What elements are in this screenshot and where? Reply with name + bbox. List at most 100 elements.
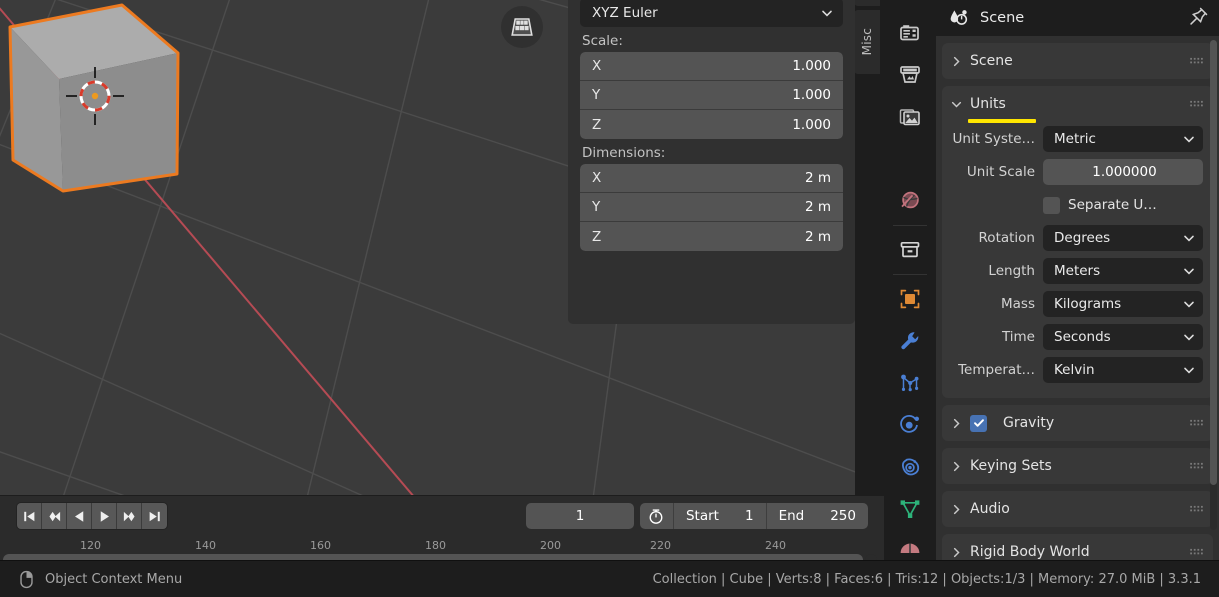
scale-y-field[interactable]: Y 1.000 <box>580 81 843 110</box>
rotation-units-dropdown[interactable]: Degrees <box>1043 225 1203 251</box>
properties-tab-world[interactable] <box>884 180 936 222</box>
previous-keyframe-icon <box>48 511 60 521</box>
panel-gravity[interactable]: Gravity <box>942 405 1213 441</box>
mass-units-dropdown[interactable]: Kilograms <box>1043 291 1203 317</box>
ruler-tick: 220 <box>650 539 671 552</box>
panel-scene-header[interactable]: Scene <box>942 43 1213 79</box>
scale-x-field[interactable]: X 1.000 <box>580 52 843 81</box>
panel-keying-sets-label: Keying Sets <box>970 458 1052 474</box>
drag-grip-icon[interactable] <box>1190 100 1203 109</box>
chevron-down-icon <box>822 10 832 17</box>
unit-system-row: Unit Syste… Metric <box>950 124 1203 154</box>
status-left: Object Context Menu <box>0 570 182 589</box>
scale-section-label: Scale: <box>582 33 623 49</box>
properties-header: Scene <box>936 0 1219 36</box>
panel-units-header[interactable]: Units <box>942 86 1213 123</box>
scale-z-label: Z <box>592 116 602 133</box>
panel-units-body: Unit Syste… Metric Unit Scale 1.000000 S… <box>942 122 1213 398</box>
scale-y-value: 1.000 <box>792 87 831 103</box>
status-action-label: Object Context Menu <box>45 571 183 587</box>
drag-grip-icon[interactable] <box>1190 505 1203 514</box>
scene-icon <box>950 10 968 25</box>
stopwatch-icon <box>650 509 663 524</box>
properties-tab-tool[interactable] <box>884 12 936 54</box>
3d-cursor <box>66 67 124 125</box>
scale-z-field[interactable]: Z 1.000 <box>580 110 843 139</box>
panel-gravity-label: Gravity <box>1003 415 1055 431</box>
collection-icon <box>900 241 920 258</box>
properties-editor: Scene Scene Units Unit Syste… Metric Uni… <box>936 0 1219 568</box>
properties-tab-object[interactable] <box>884 278 936 320</box>
cube-object[interactable] <box>0 0 260 220</box>
unit-system-dropdown[interactable]: Metric <box>1043 126 1203 152</box>
drag-grip-icon[interactable] <box>1190 548 1203 557</box>
rotation-mode-dropdown[interactable]: XYZ Euler <box>580 0 843 27</box>
properties-tab-particles[interactable] <box>884 362 936 404</box>
render-icon <box>900 66 920 83</box>
drag-grip-icon[interactable] <box>1190 462 1203 471</box>
properties-tab-constraints[interactable] <box>884 446 936 488</box>
properties-tab-output[interactable] <box>884 96 936 138</box>
temperature-units-value: Kelvin <box>1054 362 1095 378</box>
panel-gravity-header[interactable]: Gravity <box>942 405 1213 441</box>
properties-tab-collection[interactable] <box>884 229 936 271</box>
play-button[interactable] <box>92 503 117 529</box>
properties-tab-render[interactable] <box>884 54 936 96</box>
previous-keyframe-button[interactable] <box>42 503 67 529</box>
panel-keying-sets-header[interactable]: Keying Sets <box>942 448 1213 484</box>
frame-end-input[interactable]: End 250 <box>767 503 868 529</box>
frame-start-input[interactable]: Start 1 <box>674 503 767 529</box>
frame-start-label: Start <box>685 508 719 524</box>
jump-to-start-button[interactable] <box>17 503 42 529</box>
properties-tab-physics[interactable] <box>884 404 936 446</box>
dimension-z-field[interactable]: Z 2 m <box>580 222 843 251</box>
unit-scale-input[interactable]: 1.000000 <box>1043 159 1203 185</box>
current-frame-value: 1 <box>575 508 585 524</box>
dimension-x-field[interactable]: X 2 m <box>580 164 843 193</box>
properties-scrollbar-thumb[interactable] <box>1210 40 1217 485</box>
pin-icon <box>1190 7 1208 25</box>
time-units-row: Time Seconds <box>950 322 1203 352</box>
panel-audio[interactable]: Audio <box>942 491 1213 527</box>
properties-tab-modifiers[interactable] <box>884 320 936 362</box>
dimensions-section-label: Dimensions: <box>582 145 666 161</box>
separate-units-checkbox[interactable] <box>1043 196 1060 214</box>
properties-scrollbar[interactable] <box>1210 40 1217 530</box>
dimension-y-field[interactable]: Y 2 m <box>580 193 843 222</box>
unit-system-label: Unit Syste… <box>952 131 1035 147</box>
gravity-enable-checkbox[interactable] <box>970 414 987 432</box>
drag-grip-icon[interactable] <box>1190 57 1203 66</box>
output-images-icon <box>899 109 920 126</box>
object-data-mesh-icon <box>900 500 920 518</box>
length-units-row: Length Meters <box>950 256 1203 286</box>
panel-units[interactable]: Units Unit Syste… Metric Unit Scale 1.00… <box>942 86 1213 398</box>
frame-end-value: 250 <box>830 508 856 524</box>
npanel-tab-misc[interactable]: Misc <box>854 10 880 74</box>
auto-keying-button[interactable] <box>640 503 674 529</box>
npanel-tab-above[interactable] <box>854 0 880 6</box>
properties-tab-object-data[interactable] <box>884 488 936 530</box>
panel-scene-label: Scene <box>970 53 1013 69</box>
drag-grip-icon[interactable] <box>1190 419 1203 428</box>
pin-id-button[interactable] <box>1188 6 1209 31</box>
blender-window: Misc Z 0° XYZ Euler <box>0 0 1219 597</box>
mouse-right-click-icon <box>20 570 33 588</box>
play-reverse-button[interactable] <box>67 503 92 529</box>
next-keyframe-button[interactable] <box>117 503 142 529</box>
current-frame-input[interactable]: 1 <box>525 503 634 529</box>
temperature-units-dropdown[interactable]: Kelvin <box>1043 357 1203 383</box>
timeline-ruler[interactable]: 120 140 160 180 200 220 240 <box>0 536 884 556</box>
length-units-dropdown[interactable]: Meters <box>1043 258 1203 284</box>
chevron-down-icon <box>1184 136 1194 143</box>
panel-audio-header[interactable]: Audio <box>942 491 1213 527</box>
chevron-down-icon <box>1184 334 1194 341</box>
time-units-dropdown[interactable]: Seconds <box>1043 324 1203 350</box>
panel-keying-sets[interactable]: Keying Sets <box>942 448 1213 484</box>
timeline-header: 1 Start 1 End 250 <box>0 496 884 536</box>
jump-to-end-button[interactable] <box>142 503 167 529</box>
rotation-mode-value: XYZ Euler <box>592 4 658 21</box>
units-highlight-underline <box>968 119 1036 123</box>
dimension-z-value: 2 m <box>804 228 831 245</box>
grid-floor-overlay-button[interactable] <box>501 6 543 48</box>
panel-scene[interactable]: Scene <box>942 43 1213 79</box>
